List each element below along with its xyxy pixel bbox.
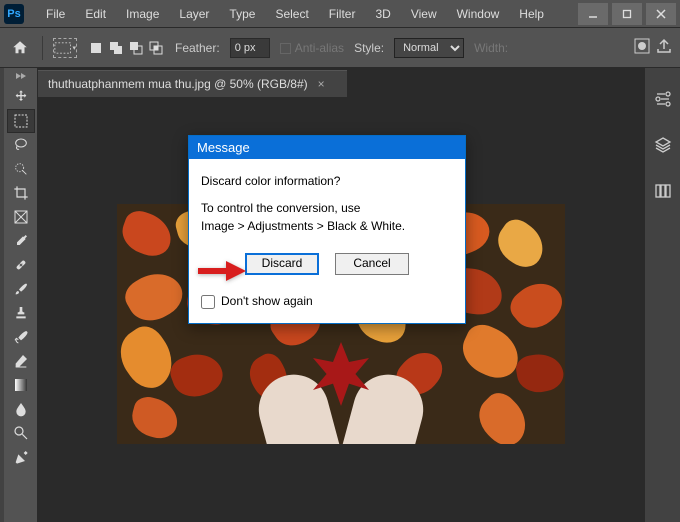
annotation-arrow-icon xyxy=(196,258,248,287)
menu-filter[interactable]: Filter xyxy=(319,3,366,25)
menu-file[interactable]: File xyxy=(36,3,75,25)
move-tool-icon[interactable] xyxy=(8,86,34,108)
menu-select[interactable]: Select xyxy=(265,3,318,25)
dialog-question: Discard color information? xyxy=(201,173,453,190)
dialog-hint-line2: Image > Adjustments > Black & White. xyxy=(201,218,453,235)
marquee-preset-icon[interactable]: ▾ xyxy=(53,38,77,58)
cancel-button[interactable]: Cancel xyxy=(335,253,409,275)
eraser-tool-icon[interactable] xyxy=(8,350,34,372)
menu-window[interactable]: Window xyxy=(447,3,510,25)
window-controls xyxy=(574,3,676,25)
toolbar-collapse-icon[interactable] xyxy=(4,72,37,84)
message-dialog: Message Discard color information? To co… xyxy=(188,135,466,324)
dialog-titlebar[interactable]: Message xyxy=(189,136,465,159)
menu-items: File Edit Image Layer Type Select Filter… xyxy=(36,3,574,25)
separator xyxy=(42,36,43,60)
home-icon[interactable] xyxy=(8,36,32,60)
menu-image[interactable]: Image xyxy=(116,3,169,25)
dont-show-again-label: Don't show again xyxy=(221,293,313,310)
menu-layer[interactable]: Layer xyxy=(169,3,219,25)
eyedropper-tool-icon[interactable] xyxy=(8,230,34,252)
document-tab-title: thuthuatphanmem mua thu.jpg @ 50% (RGB/8… xyxy=(48,77,308,91)
menubar: Ps File Edit Image Layer Type Select Fil… xyxy=(0,0,680,28)
menu-edit[interactable]: Edit xyxy=(75,3,116,25)
selection-add-icon[interactable] xyxy=(107,39,125,57)
width-label: Width: xyxy=(474,41,508,55)
history-brush-tool-icon[interactable] xyxy=(8,326,34,348)
dont-show-again-input[interactable] xyxy=(201,295,215,309)
selection-mode xyxy=(87,39,165,57)
crop-tool-icon[interactable] xyxy=(8,182,34,204)
maximize-button[interactable] xyxy=(612,3,642,25)
right-panel-dock xyxy=(644,68,680,522)
selection-intersect-icon[interactable] xyxy=(147,39,165,57)
style-label: Style: xyxy=(354,41,384,55)
healing-tool-icon[interactable] xyxy=(8,254,34,276)
brush-tool-icon[interactable] xyxy=(8,278,34,300)
style-select[interactable]: Normal xyxy=(394,38,464,58)
menu-help[interactable]: Help xyxy=(509,3,554,25)
close-tab-icon[interactable]: × xyxy=(318,77,325,91)
feather-input[interactable] xyxy=(230,38,270,58)
libraries-panel-icon[interactable] xyxy=(652,180,674,202)
dodge-tool-icon[interactable] xyxy=(8,422,34,444)
layers-panel-icon[interactable] xyxy=(652,134,674,156)
discard-button[interactable]: Discard xyxy=(245,253,319,275)
selection-subtract-icon[interactable] xyxy=(127,39,145,57)
menu-3d[interactable]: 3D xyxy=(365,3,400,25)
app-logo: Ps xyxy=(4,4,24,24)
mask-edge-icon[interactable] xyxy=(634,38,650,57)
share-icon[interactable] xyxy=(656,38,672,57)
stamp-tool-icon[interactable] xyxy=(8,302,34,324)
pen-tool-icon[interactable] xyxy=(8,446,34,468)
anti-alias-checkbox: Anti-alias xyxy=(280,41,344,55)
gradient-tool-icon[interactable] xyxy=(8,374,34,396)
dont-show-again-checkbox[interactable]: Don't show again xyxy=(201,293,453,310)
marquee-tool-icon[interactable] xyxy=(8,110,34,132)
feather-label: Feather: xyxy=(175,41,220,55)
frame-tool-icon[interactable] xyxy=(8,206,34,228)
lasso-tool-icon[interactable] xyxy=(8,134,34,156)
properties-panel-icon[interactable] xyxy=(652,88,674,110)
minimize-button[interactable] xyxy=(578,3,608,25)
dialog-hint-line1: To control the conversion, use xyxy=(201,200,453,217)
options-bar: ▾ Feather: Anti-alias Style: Normal Widt… xyxy=(0,28,680,68)
blur-tool-icon[interactable] xyxy=(8,398,34,420)
quick-select-tool-icon[interactable] xyxy=(8,158,34,180)
close-button[interactable] xyxy=(646,3,676,25)
menu-view[interactable]: View xyxy=(401,3,447,25)
toolbar xyxy=(4,68,38,522)
app-logo-text: Ps xyxy=(7,8,20,20)
document-tabs: thuthuatphanmem mua thu.jpg @ 50% (RGB/8… xyxy=(38,68,644,98)
document-tab[interactable]: thuthuatphanmem mua thu.jpg @ 50% (RGB/8… xyxy=(38,70,347,97)
menu-type[interactable]: Type xyxy=(219,3,265,25)
selection-new-icon[interactable] xyxy=(87,39,105,57)
canvas-subject xyxy=(256,344,426,444)
